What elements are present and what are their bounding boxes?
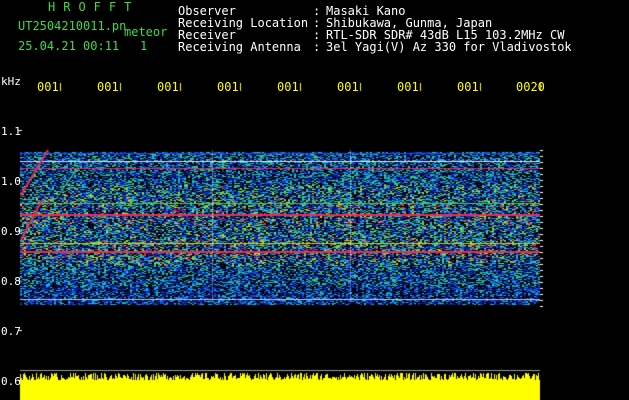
y-tick-label: 0.8: [1, 275, 21, 288]
y-axis-unit: kHz: [1, 75, 21, 88]
hrofft-spectrogram-screen: HROFFT UT2504210011.pn meteor 25.04.21 0…: [0, 0, 629, 400]
date-time: 25.04.21 00:11: [18, 39, 120, 53]
x-tick-label: 001: [457, 80, 479, 94]
file-name: UT2504210011.pn: [18, 19, 127, 33]
x-tick-label: 001: [337, 80, 359, 94]
channel-number: 1: [140, 39, 148, 53]
waterfall-spectrogram: [0, 0, 629, 400]
x-tick-label: 001: [277, 80, 299, 94]
x-tick-label: 001: [37, 80, 59, 94]
y-tick-label: 0.6: [1, 375, 21, 388]
y-tick-label: 1.0: [1, 175, 21, 188]
x-tick-label: 001: [97, 80, 119, 94]
antenna-label: Receiving Antenna: [178, 40, 301, 54]
antenna-value: 3el Yagi(V) Az 330 for Vladivostok: [326, 40, 572, 54]
x-tick-label: 001: [397, 80, 419, 94]
app-brand: HROFFT: [48, 0, 140, 14]
y-tick-label: 0.7: [1, 325, 21, 338]
x-tick-label: 001: [157, 80, 179, 94]
x-tick-label: 0020: [516, 80, 545, 94]
y-tick-label: 1.1: [1, 125, 21, 138]
y-tick-label: 0.9: [1, 225, 21, 238]
observation-type: meteor: [124, 25, 168, 39]
antenna-colon: :: [313, 40, 321, 54]
x-tick-label: 001: [217, 80, 239, 94]
